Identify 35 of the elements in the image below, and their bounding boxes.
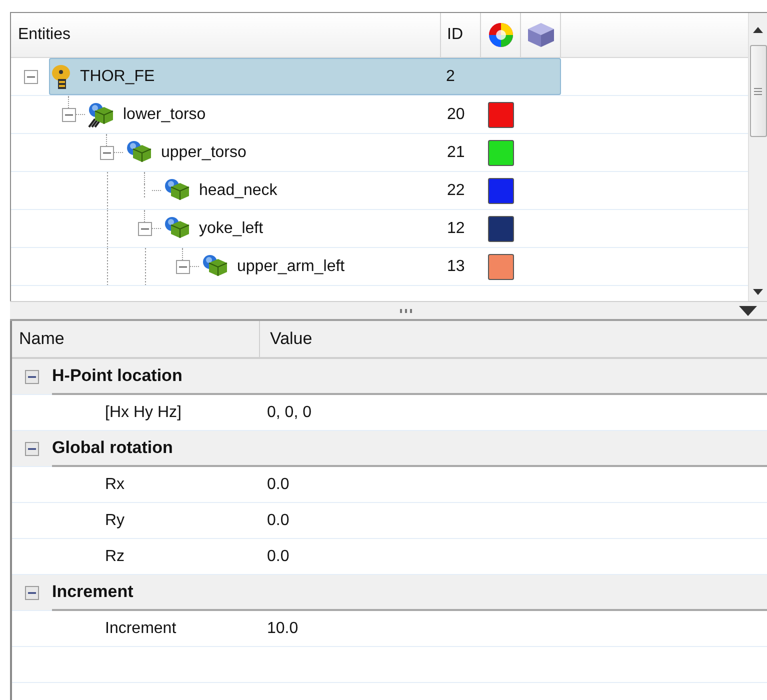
id-cell-text: 21 <box>446 142 466 162</box>
column-header[interactable]: ID <box>441 13 481 57</box>
id-cell-text: 12 <box>446 218 466 238</box>
column-header[interactable]: Name <box>12 321 260 357</box>
property-value[interactable]: 0.0 <box>260 503 767 538</box>
group-label[interactable]: Global rotation <box>52 431 767 467</box>
id-cell-text: 13 <box>446 256 466 276</box>
item-label: upper_torso <box>161 144 246 162</box>
property-name: Increment <box>104 618 178 638</box>
property-value[interactable]: 10.0 <box>260 611 767 646</box>
item-label: upper_arm_left <box>237 258 345 276</box>
group-label[interactable]: H-Point location <box>52 359 767 395</box>
property-value[interactable]: 0.0 <box>260 467 767 502</box>
tree-row[interactable]: upper_torso 21 <box>125 134 561 171</box>
tree-row[interactable]: THOR_FE 2 <box>49 58 561 95</box>
property-name: Ry <box>104 510 126 530</box>
property-value[interactable]: 0, 0, 0 <box>260 395 767 430</box>
property-name: [Hx Hy Hz] <box>104 402 182 422</box>
tree-row[interactable]: head_neck 22 <box>163 172 561 209</box>
id-cell-text: 22 <box>446 180 466 200</box>
column-header[interactable]: Value <box>260 321 312 357</box>
column-header[interactable]: Entities <box>11 13 441 57</box>
item-label: lower_torso <box>123 106 206 124</box>
item-label: THOR_FE <box>80 68 155 86</box>
group-label[interactable]: Increment <box>52 575 767 611</box>
id-cell-text: 2 <box>445 66 456 86</box>
id-cell-text: 20 <box>446 104 466 124</box>
tree-row[interactable]: upper_arm_left 13 <box>201 248 561 285</box>
item-label: head_neck <box>199 182 278 200</box>
property-value[interactable]: 0.0 <box>260 539 767 574</box>
tree-row[interactable]: lower_torso 20 <box>87 96 561 133</box>
property-name: Rz <box>104 546 126 566</box>
property-name: Rx <box>104 474 126 494</box>
item-label: yoke_left <box>199 220 264 238</box>
tree-row[interactable]: yoke_left 12 <box>163 210 561 247</box>
